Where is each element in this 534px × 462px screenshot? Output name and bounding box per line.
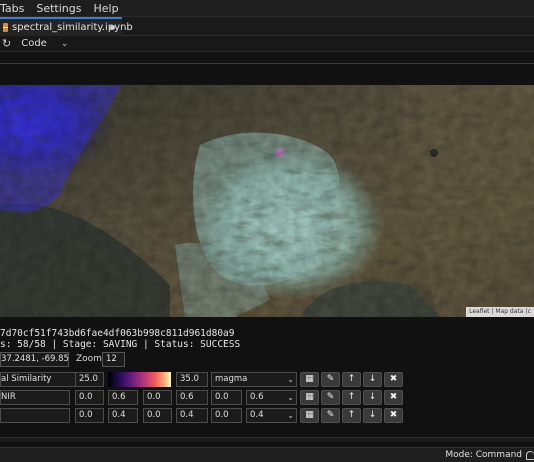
value-field[interactable]: 0.0 xyxy=(211,408,242,423)
close-icon[interactable]: ✖ xyxy=(384,390,403,405)
menu-settings[interactable]: Settings xyxy=(30,0,87,17)
layer-name-field[interactable] xyxy=(0,408,70,423)
value-field[interactable]: 0.0 xyxy=(143,390,172,405)
chevron-down-icon: ⌄ xyxy=(287,393,294,402)
pencil-icon[interactable]: ✎ xyxy=(321,408,340,423)
cell-type-label: Code xyxy=(21,38,47,49)
arrow-down-icon[interactable]: ↓ xyxy=(363,408,382,423)
cell-divider xyxy=(0,63,534,64)
close-icon[interactable]: ✖ xyxy=(384,408,403,423)
map-view[interactable]: Leaflet | Map data (c xyxy=(0,85,534,317)
chevron-down-icon: ⌄ xyxy=(287,411,294,420)
value-field[interactable]: 0.4 xyxy=(108,408,138,423)
zoom-input[interactable]: 12 xyxy=(102,352,125,367)
value-field[interactable]: 0.0 xyxy=(211,390,242,405)
arrow-down-icon[interactable]: ↓ xyxy=(363,390,382,405)
grid-icon[interactable]: ▦ xyxy=(300,390,319,405)
menu-tabs[interactable]: Tabs xyxy=(0,0,30,17)
colorbar xyxy=(108,372,171,387)
satellite-imagery xyxy=(0,85,534,317)
bell-icon[interactable] xyxy=(526,451,534,460)
value-field[interactable]: 0.0 xyxy=(75,408,104,423)
close-icon[interactable]: ✖ xyxy=(384,372,403,387)
pencil-icon[interactable]: ✎ xyxy=(321,390,340,405)
zoom-label: Zoom: xyxy=(76,354,105,364)
value-field[interactable]: 0.6 xyxy=(176,390,208,405)
arrow-down-icon[interactable]: ↓ xyxy=(363,372,382,387)
output-status: s: 58/58 | Stage: SAVING | Status: SUCCE… xyxy=(0,339,241,350)
value-field[interactable]: 0.6 xyxy=(108,390,138,405)
map-attribution[interactable]: Leaflet | Map data (c xyxy=(466,307,534,317)
palette-select-value: magma xyxy=(215,374,248,384)
value-field[interactable]: 0.0 xyxy=(75,390,104,405)
value-field[interactable]: 0.0 xyxy=(143,408,172,423)
min-value-field[interactable]: 25.0 xyxy=(75,372,104,387)
unsaved-indicator-icon[interactable] xyxy=(110,25,115,30)
status-bar: Mode: Command xyxy=(0,447,534,462)
notebook-icon xyxy=(3,23,8,32)
coordinates-field[interactable]: 37.2481, -69.8514 xyxy=(0,352,69,367)
layer-name-field[interactable]: NIR xyxy=(0,390,70,405)
arrow-up-icon[interactable]: ↑ xyxy=(342,372,361,387)
value-select[interactable]: 0.4 ⌄ xyxy=(246,408,297,423)
notebook-tab[interactable]: spectral_similarity.ipynb xyxy=(0,17,133,36)
value-select-value: 0.6 xyxy=(250,392,264,402)
menu-help[interactable]: Help xyxy=(87,0,124,17)
restart-icon[interactable]: ↻ xyxy=(2,37,11,51)
value-field[interactable]: 0.4 xyxy=(176,408,208,423)
output-hash: 7d70cf51f743bd6fae4df063b998c811d961d80a… xyxy=(0,328,235,339)
max-value-field[interactable]: 35.0 xyxy=(176,372,208,387)
value-select-value: 0.4 xyxy=(250,410,264,420)
tab-bar: spectral_similarity.ipynb xyxy=(0,17,534,36)
arrow-up-icon[interactable]: ↑ xyxy=(342,390,361,405)
value-select[interactable]: 0.6 ⌄ xyxy=(246,390,297,405)
cell-type-select[interactable]: Code ⌄ xyxy=(21,38,68,49)
menu-bar: Tabs Settings Help xyxy=(0,0,534,17)
pencil-icon[interactable]: ✎ xyxy=(321,372,340,387)
chevron-down-icon: ⌄ xyxy=(287,375,294,384)
arrow-up-icon[interactable]: ↑ xyxy=(342,408,361,423)
horizontal-scrollbar[interactable] xyxy=(0,437,534,442)
grid-icon[interactable]: ▦ xyxy=(300,408,319,423)
grid-icon[interactable]: ▦ xyxy=(300,372,319,387)
notebook-toolbar: ↻ Code ⌄ xyxy=(0,36,534,52)
chevron-down-icon: ⌄ xyxy=(60,38,69,49)
palette-select[interactable]: magma ⌄ xyxy=(211,372,297,387)
mode-indicator: Mode: Command xyxy=(445,450,522,460)
